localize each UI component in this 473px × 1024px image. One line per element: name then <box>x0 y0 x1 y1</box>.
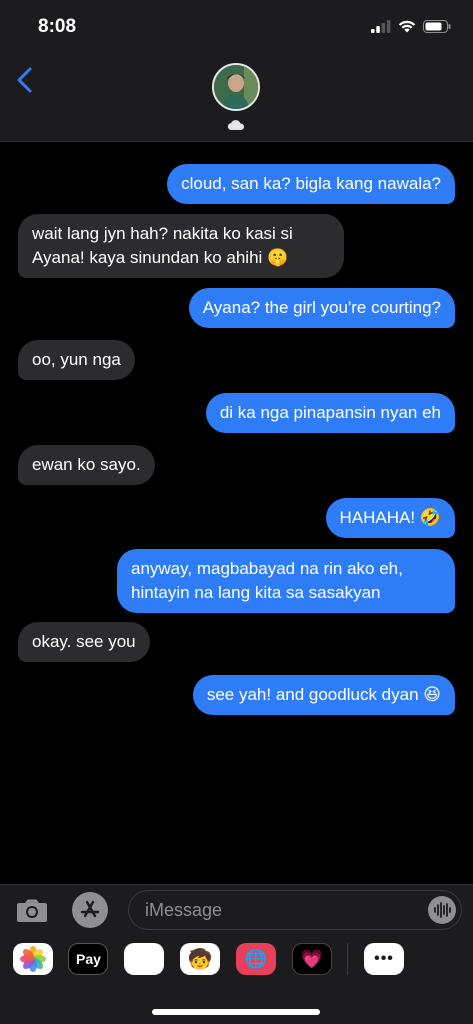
cloud-icon <box>227 120 245 131</box>
waveform-icon <box>434 902 451 918</box>
composer-bar: Pay 🐵 🧒 🌐 💗 ••• <box>0 884 473 1024</box>
audio-record-button[interactable] <box>428 896 456 924</box>
avatar-photo <box>214 65 258 109</box>
message-bubble-incoming[interactable]: okay. see you <box>18 622 150 662</box>
animoji-app-icon[interactable]: 🐵 <box>124 943 164 975</box>
message-bubble-incoming[interactable]: oo, yun nga <box>18 340 135 380</box>
message-bubble-outgoing[interactable]: cloud, san ka? bigla kang nawala? <box>167 164 455 204</box>
web-search-app-icon[interactable]: 🌐 <box>236 943 276 975</box>
message-bubble-outgoing[interactable]: di ka nga pinapansin nyan eh <box>205 393 455 433</box>
status-icons <box>371 20 451 33</box>
status-time: 8:08 <box>38 16 77 37</box>
camera-icon[interactable] <box>16 897 48 923</box>
app-store-button[interactable] <box>72 892 108 928</box>
message-bubble-incoming[interactable]: ewan ko sayo. <box>18 445 155 485</box>
message-bubble-outgoing[interactable]: anyway, magbabayad na rin ako eh, hintay… <box>117 549 455 613</box>
signal-icon <box>371 20 391 33</box>
back-chevron-icon[interactable] <box>14 66 36 94</box>
home-indicator[interactable] <box>152 1009 320 1015</box>
photos-app-icon[interactable] <box>13 943 53 975</box>
app-strip-divider <box>347 943 348 975</box>
message-bubble-outgoing[interactable]: Ayana? the girl you're courting? <box>188 288 455 328</box>
more-apps-button[interactable]: ••• <box>364 943 404 975</box>
battery-icon <box>423 20 451 33</box>
digital-touch-app-icon[interactable]: 💗 <box>292 943 332 975</box>
conversation-header <box>0 56 473 142</box>
imessage-input[interactable] <box>128 890 462 930</box>
wifi-icon <box>398 20 416 33</box>
message-bubble-incoming[interactable]: wait lang jyn hah? nakita ko kasi si Aya… <box>18 214 344 278</box>
more-icon: ••• <box>374 950 394 967</box>
status-bar: 8:08 <box>0 0 473 56</box>
message-thread: cloud, san ka? bigla kang nawala? wait l… <box>0 142 473 884</box>
memoji-icon: 🧒 <box>187 948 213 971</box>
contact-avatar[interactable] <box>212 63 260 111</box>
globe-search-icon: 🌐 <box>244 948 268 969</box>
message-bubble-outgoing[interactable]: HAHAHA! 🤣 <box>325 498 455 538</box>
memoji-app-icon[interactable]: 🧒 <box>180 943 220 975</box>
photos-icon <box>20 946 46 972</box>
message-bubble-outgoing[interactable]: see yah! and goodluck dyan 😆 <box>192 675 455 715</box>
imessage-app-strip: Pay 🐵 🧒 🌐 💗 ••• <box>0 943 473 983</box>
heart-icon: 💗 <box>300 948 324 969</box>
apple-pay-app-icon[interactable]: Pay <box>68 943 108 975</box>
app-store-icon <box>80 900 100 918</box>
apple-pay-label: Pay <box>76 951 101 967</box>
monkey-icon: 🐵 <box>132 948 156 971</box>
